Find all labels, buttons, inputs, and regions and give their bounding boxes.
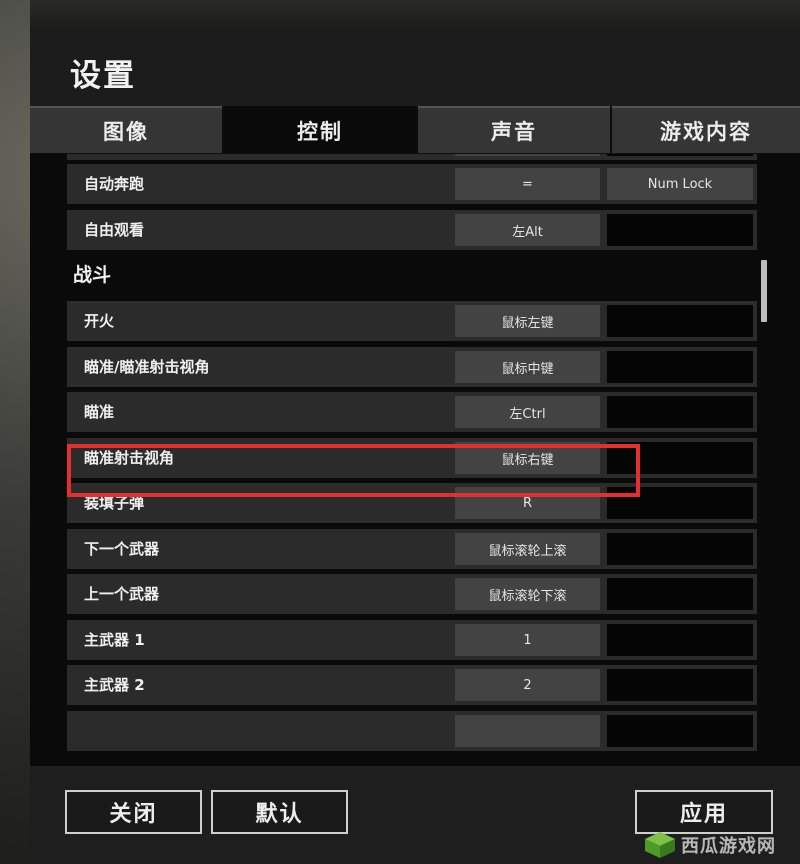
primary-key-cell[interactable]: 1 bbox=[455, 624, 600, 656]
table-row: 开火 鼠标左键 bbox=[67, 301, 757, 341]
secondary-key-cell[interactable] bbox=[607, 669, 753, 701]
settings-dialog: 设置 图像 控制 声音 游戏内容 自动奔跑 = Num Lock 自由观看 左A… bbox=[30, 34, 800, 864]
primary-key-cell[interactable]: = bbox=[455, 168, 600, 200]
primary-key-cell[interactable]: 鼠标左键 bbox=[455, 305, 600, 337]
dialog-header: 设置 bbox=[30, 34, 800, 106]
table-row: 下一个武器 鼠标滚轮上滚 bbox=[67, 529, 757, 569]
table-row: 瞄准射击视角 鼠标右键 bbox=[67, 438, 757, 478]
secondary-key-cell[interactable]: Num Lock bbox=[607, 168, 753, 200]
secondary-key-cell[interactable] bbox=[607, 396, 753, 428]
primary-key-cell[interactable]: 鼠标滚轮下滚 bbox=[455, 578, 600, 610]
secondary-key-cell[interactable] bbox=[607, 154, 753, 156]
secondary-key-cell[interactable] bbox=[607, 715, 753, 747]
primary-key-cell[interactable]: 鼠标中键 bbox=[455, 351, 600, 383]
top-strip bbox=[30, 0, 800, 34]
default-button[interactable]: 默认 bbox=[211, 790, 348, 834]
table-row: 主武器 1 1 bbox=[67, 620, 757, 660]
scrollbar-track[interactable] bbox=[760, 154, 768, 766]
secondary-key-cell[interactable] bbox=[607, 533, 753, 565]
action-label: 上一个武器 bbox=[84, 585, 160, 603]
table-row: 上一个武器 鼠标滚轮下滚 bbox=[67, 574, 757, 614]
tab-controls[interactable]: 控制 bbox=[224, 106, 416, 153]
action-label: 瞄准射击视角 bbox=[84, 449, 175, 467]
primary-key-cell[interactable]: 左Alt bbox=[455, 214, 600, 246]
table-row: 瞄准/瞄准射击视角 鼠标中键 bbox=[67, 347, 757, 387]
action-label: 主武器 1 bbox=[84, 631, 145, 649]
scrollbar-thumb[interactable] bbox=[761, 260, 767, 322]
action-label: 开火 bbox=[84, 312, 115, 330]
secondary-key-cell[interactable] bbox=[607, 624, 753, 656]
secondary-key-cell[interactable] bbox=[607, 305, 753, 337]
table-row bbox=[67, 711, 757, 751]
secondary-key-cell[interactable] bbox=[607, 214, 753, 246]
primary-key-cell[interactable] bbox=[455, 154, 600, 156]
table-row bbox=[67, 154, 757, 160]
table-row: 瞄准 左Ctrl bbox=[67, 392, 757, 432]
action-label: 自动奔跑 bbox=[84, 175, 145, 193]
action-label: 自由观看 bbox=[84, 221, 145, 239]
secondary-key-cell[interactable] bbox=[607, 351, 753, 383]
primary-key-cell[interactable]: 鼠标滚轮上滚 bbox=[455, 533, 600, 565]
tab-gameplay[interactable]: 游戏内容 bbox=[612, 106, 800, 153]
primary-key-cell[interactable]: 左Ctrl bbox=[455, 396, 600, 428]
tab-bar: 图像 控制 声音 游戏内容 bbox=[30, 106, 800, 154]
tab-sound[interactable]: 声音 bbox=[418, 106, 610, 153]
action-label: 主武器 2 bbox=[84, 676, 145, 694]
watermark: 西瓜游戏网 bbox=[643, 826, 800, 864]
action-label: 下一个武器 bbox=[84, 540, 160, 558]
primary-key-cell[interactable]: 鼠标右键 bbox=[455, 442, 600, 474]
secondary-key-cell[interactable] bbox=[607, 487, 753, 519]
primary-key-cell[interactable]: R bbox=[455, 487, 600, 519]
table-row: 自由观看 左Alt bbox=[67, 210, 757, 250]
watermark-cube-icon bbox=[645, 832, 675, 858]
close-button[interactable]: 关闭 bbox=[65, 790, 202, 834]
action-label: 瞄准 bbox=[84, 403, 115, 421]
table-row: 自动奔跑 = Num Lock bbox=[67, 164, 757, 204]
primary-key-cell[interactable] bbox=[455, 715, 600, 747]
tab-graphics[interactable]: 图像 bbox=[30, 106, 222, 153]
table-row: 装填子弹 R bbox=[67, 483, 757, 523]
primary-key-cell[interactable]: 2 bbox=[455, 669, 600, 701]
watermark-text: 西瓜游戏网 bbox=[681, 836, 776, 857]
action-label: 装填子弹 bbox=[84, 494, 145, 512]
section-title: 战斗 bbox=[73, 264, 112, 286]
keybinding-list-panel: 自动奔跑 = Num Lock 自由观看 左Alt 战斗 开火 鼠标左键 瞄准/… bbox=[30, 154, 800, 766]
action-label: 瞄准/瞄准射击视角 bbox=[84, 358, 210, 376]
table-row: 主武器 2 2 bbox=[67, 665, 757, 705]
page-title: 设置 bbox=[70, 58, 136, 94]
secondary-key-cell[interactable] bbox=[607, 578, 753, 610]
secondary-key-cell[interactable] bbox=[607, 442, 753, 474]
